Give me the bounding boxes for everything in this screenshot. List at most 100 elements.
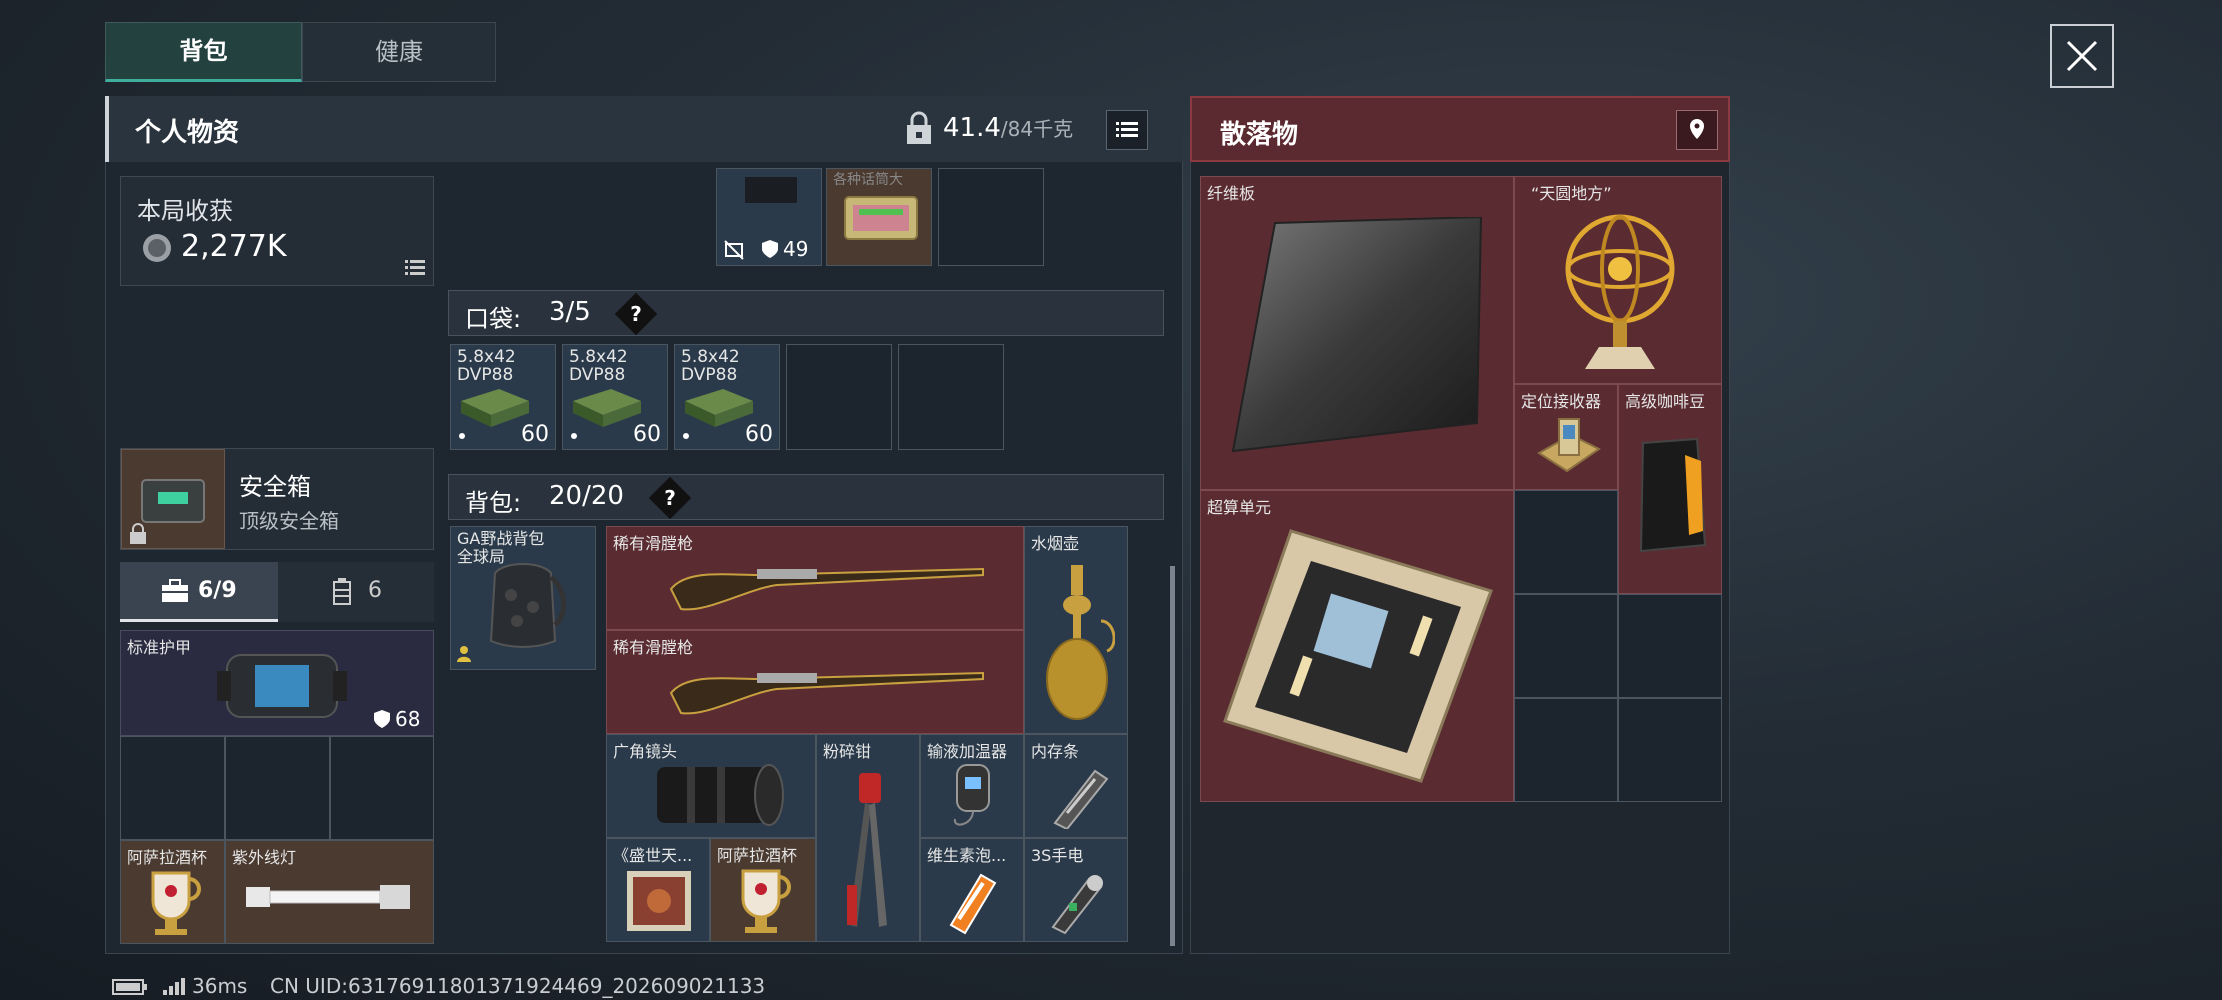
bp-item-hookah[interactable]: 水烟壶 [1024,526,1128,734]
pocket-ammo-3[interactable]: 5.8x42 DVP88 60 [674,344,780,450]
loot-compute-label: 超算单元 [1207,498,1272,517]
musket-icon [669,567,984,611]
backpack-help-button[interactable]: ? [648,476,692,520]
pocket-help-button[interactable]: ? [614,292,658,336]
loot-header: 散落物 [1190,96,1730,162]
location-pin-icon [1690,119,1704,139]
goblet-icon [151,871,201,935]
loot-slot-empty-5[interactable] [1618,698,1722,802]
tab-backpack-label: 背包 [179,37,228,65]
loot-item-compute-unit[interactable]: 超算单元 [1200,490,1514,802]
hookah-icon [1046,565,1115,720]
pocket-help-label: ? [630,302,642,326]
loot-locator-label: 定位接收器 [1521,392,1602,411]
bp-phone-label: 3S手电 [1031,846,1084,865]
loot-slot-empty-3[interactable] [1618,594,1722,698]
loot-item-fiber-board[interactable]: 纤维板 [1200,176,1514,490]
top-item-scope[interactable]: 49 [716,168,822,266]
safebox-slot[interactable] [121,449,225,549]
pocket-count: 3/5 [549,297,591,327]
equip-ammo-count: 6 [368,578,382,603]
pocket-ammo-1-label: 5.8x42 DVP88 [457,348,516,384]
bp-book-label: 《盛世天... [613,846,693,865]
bp-item-musket-2[interactable]: 稀有滑膛枪 [606,630,1024,734]
backpack-bag-slot[interactable]: GA野战背包 全球局 [450,526,596,670]
battery-icon [112,979,147,995]
loot-locate-button[interactable] [1676,110,1718,150]
summary-card[interactable]: 本局收获 2,277K [120,176,434,286]
scope-icon [745,177,797,203]
safebox-subtitle: 顶级安全箱 [239,509,339,533]
bp-item-ram[interactable]: 内存条 [1024,734,1128,838]
coffee-bag-icon [1639,437,1707,553]
tab-backpack[interactable]: 背包 [105,22,302,82]
close-icon [2066,40,2098,72]
carbon-fiber-icon [1231,217,1483,453]
equip-tab-gear[interactable]: 6/9 [120,562,278,622]
tab-health[interactable]: 健康 [302,22,496,82]
goblet-icon [741,869,791,933]
vest-item-uv-lamp[interactable]: 紫外线灯 [225,840,434,944]
vest-uv-label: 紫外线灯 [232,848,297,867]
camera-lens-icon [657,764,784,826]
bp-item-cup[interactable]: 阿萨拉酒杯 [710,838,816,942]
equip-tab-ammo[interactable]: 6 [278,562,434,622]
armor-durability: 68 [395,707,421,731]
armor-slot[interactable]: 标准护甲 68 [120,630,434,736]
backpack-help-label: ? [664,486,676,510]
bp-item-infuser[interactable]: 输液加温器 [920,734,1024,838]
flashlight-icon [1051,875,1103,935]
shield-small-icon [762,240,778,258]
vest-cup-label: 阿萨拉酒杯 [127,848,208,867]
top-item-empty[interactable] [938,168,1044,266]
shield-icon [374,710,390,728]
uv-lamp-icon [246,885,410,909]
summary-value: 2,277K [181,229,287,264]
signal-icon [163,978,185,995]
loot-item-coffee[interactable]: 高级咖啡豆 [1618,384,1722,594]
pocket-ammo-3-label: 5.8x42 DVP88 [681,348,740,384]
top-box-label: 各种话筒大 [833,172,903,188]
loot-slot-empty-4[interactable] [1514,698,1618,802]
bp-item-book[interactable]: 《盛世天... [606,838,710,942]
locator-receiver-icon [1537,418,1601,473]
bp-item-phone[interactable]: 3S手电 [1024,838,1128,942]
bp-item-lens[interactable]: 广角镜头 [606,734,816,838]
vest-slot-3[interactable] [330,736,434,840]
armor-icon [217,654,347,718]
pocket-ammo-1[interactable]: 5.8x42 DVP88 60 [450,344,556,450]
person-icon [457,646,471,662]
loot-slot-empty-1[interactable] [1514,490,1618,594]
tab-health-label: 健康 [375,38,423,66]
top-item-box[interactable]: 各种话筒大 [826,168,932,266]
vitamin-tube-icon [949,873,997,935]
loot-slot-empty-2[interactable] [1514,594,1618,698]
coin-icon [143,234,171,262]
bp-item-crusher[interactable]: 粉碎钳 [816,734,920,942]
vest-item-cup[interactable]: 阿萨拉酒杯 [120,840,225,944]
weight-max: /84千克 [1000,117,1074,141]
close-button[interactable] [2050,24,2114,88]
bp-item-musket-1[interactable]: 稀有滑膛枪 [606,526,1024,630]
summary-title: 本局收获 [137,197,233,225]
bp-item-vitamin[interactable]: 维生素泡... [920,838,1024,942]
sort-list-button[interactable] [1106,110,1148,150]
lock-small-icon [130,523,146,544]
loot-item-armillary[interactable]: “天圆地方” [1514,176,1722,384]
inventory-scrollbar[interactable] [1170,566,1175,946]
compute-unit-icon [1223,529,1493,783]
safebox-card[interactable]: 安全箱 顶级安全箱 [120,448,434,550]
pocket-ammo-2[interactable]: 5.8x42 DVP88 60 [562,344,668,450]
pocket-slot-4[interactable] [786,344,892,450]
list-icon [1116,122,1138,137]
backpack-label: 背包: [465,489,522,517]
vest-slot-2[interactable] [225,736,330,840]
bp-ram-label: 内存条 [1031,742,1080,761]
pliers-icon [847,773,887,927]
musket-icon [669,671,984,715]
pocket-slot-5[interactable] [898,344,1004,450]
loot-item-locator[interactable]: 定位接收器 [1514,384,1618,490]
vest-slot-1[interactable] [120,736,225,840]
top-item-durability: 49 [783,237,809,261]
bp-crusher-label: 粉碎钳 [823,742,872,761]
